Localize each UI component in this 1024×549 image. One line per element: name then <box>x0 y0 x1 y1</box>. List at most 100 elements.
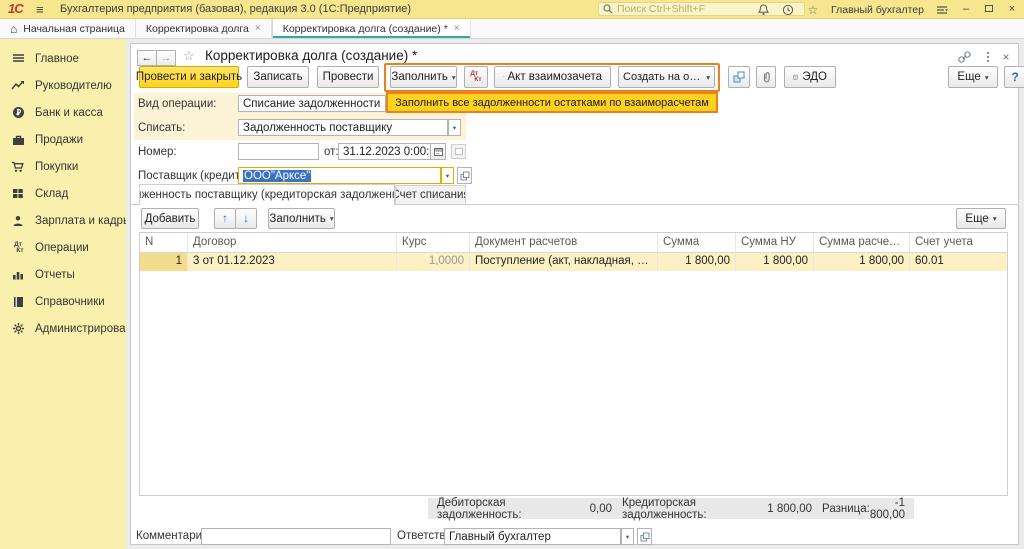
dtkt-button[interactable]: ДтКт <box>464 66 488 88</box>
tab-debt-adjustment[interactable]: Корректировка долга × <box>136 19 272 38</box>
col-sum-nu[interactable]: Сумма НУ <box>736 233 814 252</box>
col-account[interactable]: Счет учета <box>910 233 1007 252</box>
cell-settlement-doc[interactable]: Поступление (акт, накладная, УПД) 000... <box>470 253 658 271</box>
supplier-dropdown-icon[interactable]: ▾ <box>441 167 454 184</box>
forward-button[interactable]: → <box>156 50 176 66</box>
chevron-down-icon: ▾ <box>993 214 997 223</box>
col-contract[interactable]: Договор <box>188 233 397 252</box>
save-button[interactable]: Записать <box>247 66 309 88</box>
cell-sum-calc[interactable]: 1 800,00 <box>814 253 910 271</box>
writeoff-dropdown-icon[interactable]: ▾ <box>448 119 461 136</box>
comment-field[interactable] <box>201 528 391 545</box>
comment-input[interactable] <box>206 531 386 543</box>
gear-icon <box>10 322 26 336</box>
favorite-star-icon[interactable]: ☆ <box>183 48 195 64</box>
table-row[interactable]: 1 3 от 01.12.2023 1,0000 Поступление (ак… <box>140 253 1007 271</box>
supplier-field[interactable]: ООО"Арксе" <box>238 167 441 184</box>
responsible-open-icon[interactable] <box>637 528 652 545</box>
tab-close-icon[interactable]: × <box>454 23 460 34</box>
move-up-button[interactable]: ↑ <box>214 208 236 229</box>
tab-home[interactable]: ⌂ Начальная страница <box>0 19 136 38</box>
close-document-icon[interactable]: × <box>999 50 1013 64</box>
more-button[interactable]: Еще▾ <box>948 66 998 88</box>
responsible-dropdown-icon[interactable]: ▾ <box>621 528 634 545</box>
tab-writeoff-account[interactable]: Счет списания <box>395 185 466 204</box>
back-button[interactable]: ← <box>137 50 157 66</box>
sidebar-item-reports[interactable]: Отчеты <box>0 261 126 288</box>
writeoff-field[interactable]: Задолженность поставщику <box>238 119 448 136</box>
related-documents-button[interactable] <box>728 66 750 88</box>
history-icon[interactable] <box>781 3 795 17</box>
sidebar-label: Отчеты <box>35 269 75 281</box>
chevron-down-icon: ▾ <box>706 73 710 82</box>
move-down-button[interactable]: ↓ <box>235 208 257 229</box>
sidebar-item-main[interactable]: Главное <box>0 45 126 72</box>
col-n[interactable]: N <box>140 233 188 252</box>
offset-act-button[interactable]: Акт взаимозачета <box>494 66 611 88</box>
supplier-open-icon[interactable] <box>457 167 472 184</box>
get-link-icon[interactable] <box>957 50 971 64</box>
sidebar-item-salary-hr[interactable]: Зарплата и кадры <box>0 207 126 234</box>
sidebar-item-manager[interactable]: Руководителю <box>0 72 126 99</box>
cell-sum[interactable]: 1 800,00 <box>658 253 736 271</box>
notifications-bell-icon[interactable] <box>756 3 770 17</box>
calendar-button[interactable] <box>430 143 446 160</box>
calendar-icon <box>434 147 443 156</box>
cell-n[interactable]: 1 <box>140 253 188 271</box>
sidebar-item-sales[interactable]: Продажи <box>0 126 126 153</box>
tab-supplier-debt[interactable]: Задолженность поставщику (кредиторская з… <box>139 184 395 205</box>
sidebar-item-directories[interactable]: Справочники <box>0 288 126 315</box>
add-row-button[interactable]: Добавить <box>141 208 199 229</box>
selected-text: ООО"Арксе" <box>243 170 311 182</box>
tab-close-icon[interactable]: × <box>255 23 261 34</box>
sidebar-item-administration[interactable]: Администрирование <box>0 315 126 342</box>
edo-button[interactable]: ЭДО <box>784 66 836 88</box>
panel-settings-icon[interactable] <box>935 3 949 17</box>
tab-label: Начальная страница <box>23 23 125 35</box>
col-settlement-doc[interactable]: Документ расчетов <box>470 233 658 252</box>
col-sum[interactable]: Сумма <box>658 233 736 252</box>
help-button[interactable]: ? <box>1004 66 1024 88</box>
more-menu-dots-icon[interactable] <box>981 50 995 64</box>
cell-sum-nu[interactable]: 1 800,00 <box>736 253 814 271</box>
print-icon <box>503 72 504 82</box>
sidebar-item-purchases[interactable]: Покупки <box>0 153 126 180</box>
sidebar-label: Банк и касса <box>35 107 103 119</box>
minimize-button[interactable]: – <box>960 0 972 19</box>
attachments-button[interactable] <box>756 66 776 88</box>
create-based-on-button[interactable]: Создать на основании▾ <box>618 66 715 88</box>
person-icon <box>10 214 26 228</box>
grid-more-button[interactable]: Еще▾ <box>956 208 1006 229</box>
sidebar-item-operations[interactable]: ДтКт Операции <box>0 234 126 261</box>
col-sum-calc[interactable]: Сумма расчетов <box>814 233 910 252</box>
receivable-label: Дебиторская задолженность: <box>437 497 559 521</box>
operation-type-field[interactable]: Списание задолженности <box>238 95 386 112</box>
tab-debt-adjustment-new[interactable]: Корректировка долга (создание) * × <box>272 19 471 38</box>
fill-dropdown-item[interactable]: Заполнить все задолженности остатками по… <box>388 94 716 111</box>
current-user-label[interactable]: Главный бухгалтер <box>831 4 924 16</box>
grid-fill-button[interactable]: Заполнить▾ <box>268 208 335 229</box>
chevron-down-icon: ▾ <box>330 214 334 223</box>
number-field[interactable] <box>238 143 319 160</box>
col-rate[interactable]: Курс <box>397 233 470 252</box>
sidebar-label: Продажи <box>35 134 83 146</box>
cell-account[interactable]: 60.01 <box>910 253 1007 271</box>
maximize-button[interactable] <box>983 0 995 19</box>
post-and-close-button[interactable]: Провести и закрыть <box>139 66 239 88</box>
sidebar-label: Покупки <box>35 161 78 173</box>
cell-contract[interactable]: 3 от 01.12.2023 <box>188 253 397 271</box>
close-window-button[interactable]: × <box>1006 0 1018 19</box>
app-title: Бухгалтерия предприятия (базовая), редак… <box>60 0 411 18</box>
main-menu-icon[interactable]: ≡ <box>36 0 44 19</box>
sidebar-item-warehouse[interactable]: Склад <box>0 180 126 207</box>
cell-rate[interactable]: 1,0000 <box>397 253 470 271</box>
responsible-field[interactable]: Главный бухгалтер <box>444 528 621 545</box>
date-field[interactable]: 31.12.2023 0:00:00 <box>338 143 431 160</box>
post-button[interactable]: Провести <box>317 66 379 88</box>
sidebar-item-bank-cash[interactable]: Банк и касса <box>0 99 126 126</box>
tab-label: Корректировка долга <box>146 23 249 35</box>
favorites-star-icon[interactable]: ☆ <box>806 3 820 17</box>
sidebar-label: Справочники <box>35 296 105 308</box>
fill-menu-button[interactable]: Заполнить▾ <box>390 66 457 88</box>
sidebar-label: Операции <box>35 242 89 254</box>
